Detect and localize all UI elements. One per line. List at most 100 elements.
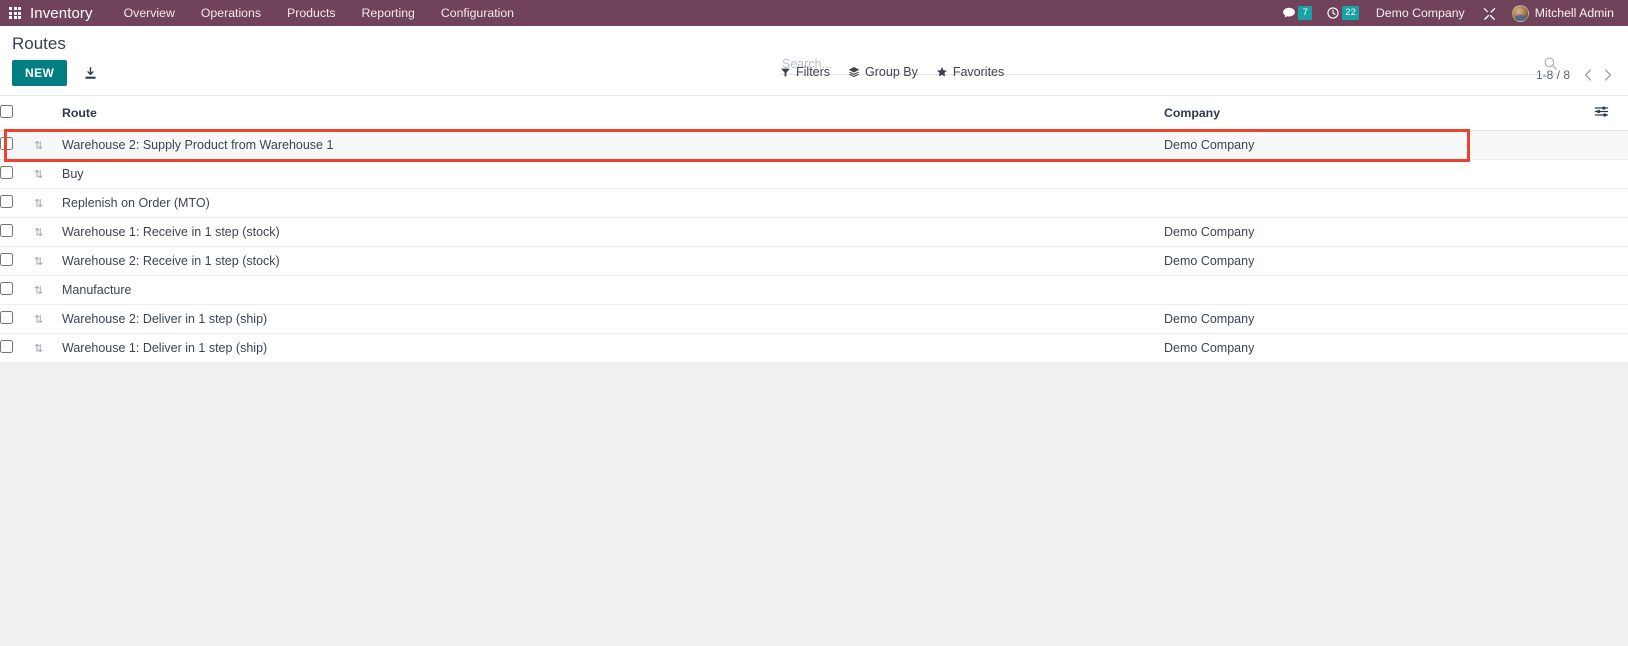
chat-bubble-icon	[1283, 7, 1296, 18]
row-drag-handle-cell: ⇅	[34, 275, 62, 305]
cell-company[interactable]: Demo Company	[1164, 246, 1594, 276]
cell-spacer	[1594, 217, 1628, 247]
drag-handle-icon[interactable]: ⇅	[34, 315, 43, 326]
company-switcher[interactable]: Demo Company	[1366, 6, 1475, 20]
new-button[interactable]: NEW	[12, 60, 68, 86]
row-select-checkbox[interactable]	[0, 311, 13, 324]
messaging-menu[interactable]: 7	[1275, 0, 1319, 26]
row-drag-handle-cell: ⇅	[34, 159, 62, 189]
upload-import-icon[interactable]	[83, 66, 98, 81]
menu-item-configuration[interactable]: Configuration	[428, 2, 527, 24]
cell-company[interactable]: Demo Company	[1164, 217, 1594, 247]
column-header-company[interactable]: Company	[1164, 96, 1594, 131]
cell-route[interactable]: Replenish on Order (MTO)	[62, 188, 1164, 218]
cell-route[interactable]: Warehouse 2: Supply Product from Warehou…	[62, 130, 1164, 160]
row-drag-handle-cell: ⇅	[34, 246, 62, 276]
row-select-checkbox[interactable]	[0, 340, 13, 353]
row-select-checkbox[interactable]	[0, 224, 13, 237]
drag-handle-icon[interactable]: ⇅	[34, 257, 43, 268]
table-row[interactable]: ⇅ Manufacture	[0, 275, 1628, 305]
drag-handle-icon[interactable]: ⇅	[34, 141, 43, 152]
apps-grid-icon[interactable]	[4, 0, 26, 26]
group-by-dropdown[interactable]: Group By	[848, 65, 918, 79]
row-drag-handle-cell: ⇅	[34, 130, 62, 160]
table-row[interactable]: ⇅ Warehouse 2: Supply Product from Wareho…	[0, 130, 1628, 160]
drag-handle-icon[interactable]: ⇅	[34, 286, 43, 297]
main-menu: Overview Operations Products Reporting C…	[111, 2, 527, 24]
cell-spacer	[1594, 188, 1628, 218]
activity-menu[interactable]: 22	[1319, 0, 1366, 26]
pager-previous-button[interactable]	[1580, 66, 1596, 84]
cell-company[interactable]: Demo Company	[1164, 304, 1594, 334]
control-panel: Routes NEW Filters	[0, 26, 1628, 96]
favorites-dropdown[interactable]: Favorites	[936, 65, 1004, 79]
table-row[interactable]: ⇅ Replenish on Order (MTO)	[0, 188, 1628, 218]
menu-item-operations[interactable]: Operations	[188, 2, 274, 24]
cell-spacer	[1594, 333, 1628, 363]
table-row[interactable]: ⇅ Warehouse 1: Receive in 1 step (stock) D…	[0, 217, 1628, 247]
cell-company[interactable]: Demo Company	[1164, 130, 1594, 160]
search-dropdown-bar: Filters Group By Favorites	[780, 65, 1004, 79]
drag-handle-icon[interactable]: ⇅	[34, 199, 43, 210]
drag-handle-icon[interactable]: ⇅	[34, 170, 43, 181]
cell-spacer	[1594, 246, 1628, 276]
optional-columns-toggle[interactable]	[1594, 96, 1628, 131]
cell-route[interactable]: Warehouse 2: Deliver in 1 step (ship)	[62, 304, 1164, 334]
table-header-row: Route Company	[0, 96, 1628, 131]
cell-route[interactable]: Warehouse 2: Receive in 1 step (stock)	[62, 246, 1164, 276]
row-select-checkbox[interactable]	[0, 253, 13, 266]
cell-company[interactable]: Demo Company	[1164, 333, 1594, 363]
cell-route[interactable]: Manufacture	[62, 275, 1164, 305]
row-select-checkbox[interactable]	[0, 166, 13, 179]
clock-icon	[1327, 7, 1339, 19]
select-all-checkbox[interactable]	[0, 105, 13, 118]
routes-table: Route Company ⇅ Warehouse 2: Supply Produ…	[0, 96, 1628, 363]
row-drag-handle-cell: ⇅	[34, 333, 62, 363]
user-menu[interactable]: Mitchell Admin	[1504, 4, 1620, 22]
table-header: Route Company	[0, 96, 1628, 131]
row-select-cell	[0, 333, 34, 363]
page-title: Routes	[12, 34, 66, 53]
control-panel-bottom-row: NEW Filters Group By Favorites 1-8 / 8	[0, 56, 1628, 95]
drag-handle-icon[interactable]: ⇅	[34, 228, 43, 239]
pager-next-button[interactable]	[1600, 66, 1616, 84]
app-brand-inventory[interactable]: Inventory	[30, 5, 93, 22]
filters-dropdown[interactable]: Filters	[780, 65, 830, 79]
row-select-cell	[0, 246, 34, 276]
row-select-checkbox[interactable]	[0, 137, 13, 150]
menu-item-overview[interactable]: Overview	[111, 2, 188, 24]
table-row[interactable]: ⇅ Warehouse 1: Deliver in 1 step (ship) De…	[0, 333, 1628, 363]
table-row[interactable]: ⇅ Warehouse 2: Deliver in 1 step (ship) De…	[0, 304, 1628, 334]
pager: 1-8 / 8	[1536, 66, 1616, 84]
row-drag-handle-cell: ⇅	[34, 188, 62, 218]
cell-route[interactable]: Warehouse 1: Deliver in 1 step (ship)	[62, 333, 1164, 363]
cell-route[interactable]: Buy	[62, 159, 1164, 189]
cell-company[interactable]	[1164, 159, 1594, 189]
funnel-icon	[781, 68, 790, 77]
cell-spacer	[1594, 130, 1628, 160]
row-drag-handle-cell: ⇅	[34, 217, 62, 247]
row-select-checkbox[interactable]	[0, 282, 13, 295]
routes-list-view: Route Company ⇅ Warehouse 2: Supply Produ…	[0, 96, 1628, 363]
cell-route[interactable]: Warehouse 1: Receive in 1 step (stock)	[62, 217, 1164, 247]
user-name-label: Mitchell Admin	[1534, 6, 1614, 20]
developer-tools-menu[interactable]	[1475, 0, 1504, 26]
pager-range[interactable]: 1-8 / 8	[1536, 68, 1576, 82]
drag-handle-icon[interactable]: ⇅	[34, 344, 43, 355]
row-select-checkbox[interactable]	[0, 195, 13, 208]
menu-item-products[interactable]: Products	[274, 2, 349, 24]
select-all-header	[0, 96, 34, 131]
row-select-cell	[0, 217, 34, 247]
table-row[interactable]: ⇅ Warehouse 2: Receive in 1 step (stock) D…	[0, 246, 1628, 276]
messaging-counter-badge: 7	[1298, 6, 1313, 20]
star-icon	[936, 67, 947, 77]
column-header-route[interactable]: Route	[62, 96, 1164, 131]
layers-icon	[848, 67, 860, 78]
row-drag-handle-cell: ⇅	[34, 304, 62, 334]
table-row[interactable]: ⇅ Buy	[0, 159, 1628, 189]
table-body: ⇅ Warehouse 2: Supply Product from Wareho…	[0, 130, 1628, 363]
cell-company[interactable]	[1164, 275, 1594, 305]
cell-company[interactable]	[1164, 188, 1594, 218]
menu-item-reporting[interactable]: Reporting	[349, 2, 428, 24]
filters-label: Filters	[796, 65, 831, 79]
